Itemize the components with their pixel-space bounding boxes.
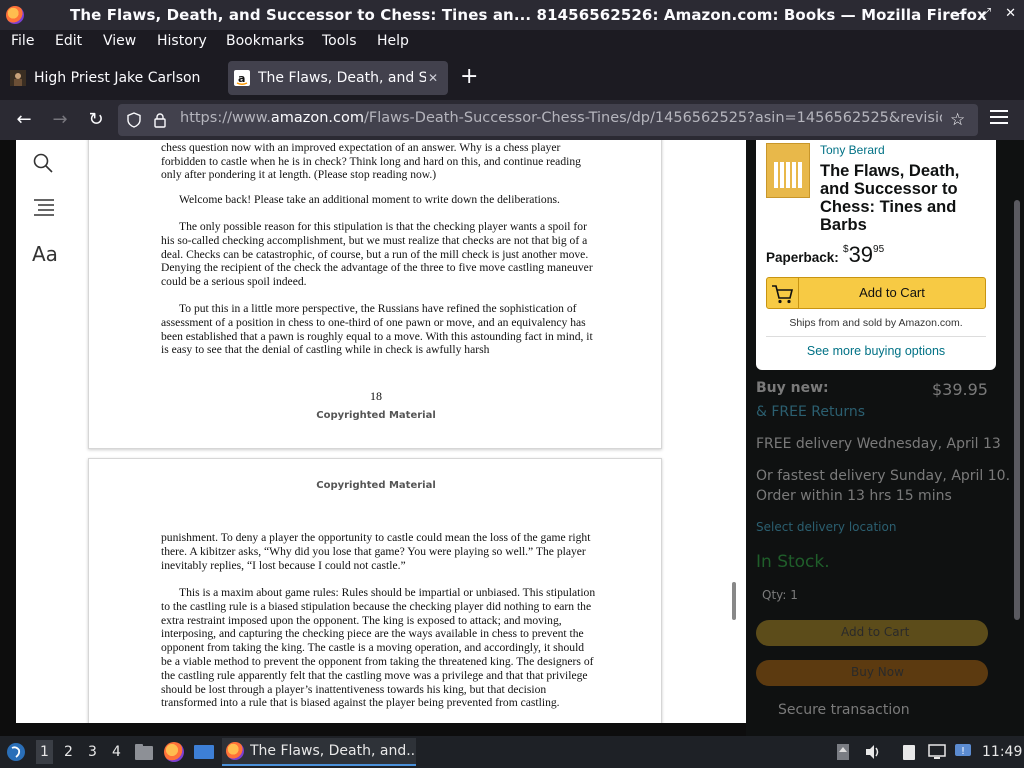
bg-stock: In Stock. <box>756 552 830 572</box>
lock-icon[interactable] <box>152 112 168 128</box>
format-label: Paperback: <box>766 250 839 265</box>
page-number: 18 <box>370 389 382 403</box>
ships-from-text: Ships from and sold by Amazon.com. <box>789 317 963 329</box>
price: $3995 <box>843 242 885 267</box>
bg-order-within: Order within 13 hrs 15 mins <box>756 488 952 504</box>
svg-text:!: ! <box>961 746 965 757</box>
taskbar-window-firefox[interactable]: The Flaws, Death, and... <box>222 738 416 766</box>
workspace-1[interactable]: 1 <box>36 740 53 764</box>
menu-bar: File Edit View History Bookmarks Tools H… <box>0 30 1024 56</box>
tab-label: The Flaws, Death, and Su <box>258 70 426 86</box>
bg-returns: & FREE Returns <box>756 404 866 420</box>
task-label: The Flaws, Death, and... <box>250 743 416 759</box>
navigation-bar: ← → ↻ https://www.amazon.com/Flaws-Death… <box>0 100 1024 140</box>
updates-icon[interactable] <box>836 743 850 761</box>
bg-buy-new-price: $39.95 <box>932 380 988 399</box>
buy-box: Tony Berard The Flaws, Death, and Succes… <box>756 140 996 370</box>
minimize-icon[interactable]: — <box>954 6 967 21</box>
tab-close-icon[interactable]: ✕ <box>426 71 440 85</box>
notification-icon[interactable]: ! <box>954 741 972 759</box>
look-inside-reader: Aa Indeed, what is really stopping drive… <box>16 140 746 723</box>
book-cover-image[interactable] <box>766 143 810 198</box>
page1-paragraph-3: To put this in a little more perspective… <box>161 302 593 357</box>
firefox-logo-icon <box>6 6 24 24</box>
desktop-icon[interactable] <box>193 744 215 762</box>
bg-buy-now-label: Buy Now <box>851 665 904 679</box>
menu-help[interactable]: Help <box>377 33 409 49</box>
back-arrow-icon[interactable]: ← <box>12 108 36 132</box>
file-manager-icon[interactable] <box>134 743 154 761</box>
reader-toolbar: Aa <box>16 140 72 723</box>
tab-label: High Priest Jake Carlson <box>34 70 201 86</box>
menu-file[interactable]: File <box>11 33 34 49</box>
amazon-favicon-icon: a <box>234 70 250 86</box>
font-settings-icon[interactable]: Aa <box>32 242 58 266</box>
reader-scrollbar[interactable] <box>732 582 736 620</box>
bg-buy-new: Buy new: <box>756 380 829 396</box>
add-to-cart-label: Add to Cart <box>859 285 925 300</box>
app-menu-icon[interactable] <box>990 110 1008 126</box>
page-content: Buy new: $39.95 & FREE Returns FREE deli… <box>0 140 1024 736</box>
bg-qty: Qty: 1 <box>762 588 798 602</box>
menu-tools[interactable]: Tools <box>322 33 357 49</box>
bg-delivery: FREE delivery Wednesday, April 13 <box>756 436 1001 452</box>
clock: 11:49 <box>982 744 1023 760</box>
menu-history[interactable]: History <box>157 33 207 49</box>
restore-icon[interactable]: ⤢ <box>981 6 991 21</box>
tab-strip: High Priest Jake Carlson a The Flaws, De… <box>0 56 1024 100</box>
bg-add-to-cart-label: Add to Cart <box>841 625 910 639</box>
window-titlebar: The Flaws, Death, and Successor to Chess… <box>0 0 1024 30</box>
see-more-buying-options-link[interactable]: See more buying options <box>756 344 996 358</box>
bg-fastest: Or fastest delivery Sunday, April 10. <box>756 468 1011 484</box>
firefox-launcher-icon[interactable] <box>164 742 184 762</box>
close-icon[interactable]: ✕ <box>1005 6 1016 21</box>
page-scrollbar[interactable] <box>1014 200 1020 620</box>
menu-edit[interactable]: Edit <box>55 33 82 49</box>
copyright-footer: Copyrighted Material <box>316 410 436 421</box>
url-bar[interactable]: https://www.amazon.com/Flaws-Death-Succe… <box>118 104 978 136</box>
reload-icon[interactable]: ↻ <box>84 108 108 132</box>
taskbar: 1 2 3 4 The Flaws, Death, and... ! 11:49 <box>0 736 1024 768</box>
contents-icon[interactable] <box>32 198 56 218</box>
workspace-3[interactable]: 3 <box>88 744 97 760</box>
tab-amazon-book[interactable]: a The Flaws, Death, and Su ✕ <box>228 61 448 95</box>
forward-arrow-icon[interactable]: → <box>48 108 72 132</box>
page1-paragraph-2: The only possible reason for this stipul… <box>161 220 593 289</box>
menu-view[interactable]: View <box>103 33 136 49</box>
url-text: https://www.amazon.com/Flaws-Death-Succe… <box>180 110 942 126</box>
new-tab-icon[interactable]: + <box>460 64 478 89</box>
page1-paragraph-1: Welcome back! Please take an additional … <box>179 193 560 206</box>
copyright-header: Copyrighted Material <box>316 480 436 491</box>
workspace-2[interactable]: 2 <box>64 744 73 760</box>
book-page-18: Indeed, what is really stopping drivers … <box>88 140 662 449</box>
page2-paragraph-1: punishment. To deny a player the opportu… <box>161 531 591 572</box>
volume-icon[interactable] <box>864 743 882 761</box>
window-title: The Flaws, Death, and Successor to Chess… <box>70 6 987 24</box>
add-to-cart-button[interactable]: Add to Cart <box>766 277 986 309</box>
divider <box>766 336 986 337</box>
author-link[interactable]: Tony Berard <box>820 143 885 157</box>
window-controls: — ⤢ ✕ <box>954 6 1016 21</box>
tab-high-priest[interactable]: High Priest Jake Carlson <box>4 61 222 95</box>
page1-paragraph-0: Indeed, what is really stopping drivers … <box>161 140 581 182</box>
svg-text:a: a <box>238 72 245 85</box>
firefox-window-icon <box>226 742 244 760</box>
cart-icon <box>767 278 799 308</box>
workspace-4[interactable]: 4 <box>112 744 121 760</box>
bg-location: Select delivery location <box>756 520 897 534</box>
menu-bookmarks[interactable]: Bookmarks <box>226 33 304 49</box>
portrait-favicon-icon <box>10 70 26 86</box>
start-menu-icon[interactable] <box>6 742 26 762</box>
book-page-19: Copyrighted Material punishment. To deny… <box>88 458 662 723</box>
search-icon[interactable] <box>32 152 54 174</box>
bg-secure: Secure transaction <box>778 702 910 718</box>
network-icon[interactable] <box>928 743 946 761</box>
clipboard-icon[interactable] <box>900 743 918 761</box>
book-title: The Flaws, Death, and Successor to Chess… <box>820 162 960 234</box>
bookmark-star-icon[interactable]: ☆ <box>950 110 965 130</box>
page2-paragraph-2: This is a maxim about game rules: Rules … <box>161 586 596 710</box>
tracking-shield-icon[interactable] <box>126 112 142 128</box>
